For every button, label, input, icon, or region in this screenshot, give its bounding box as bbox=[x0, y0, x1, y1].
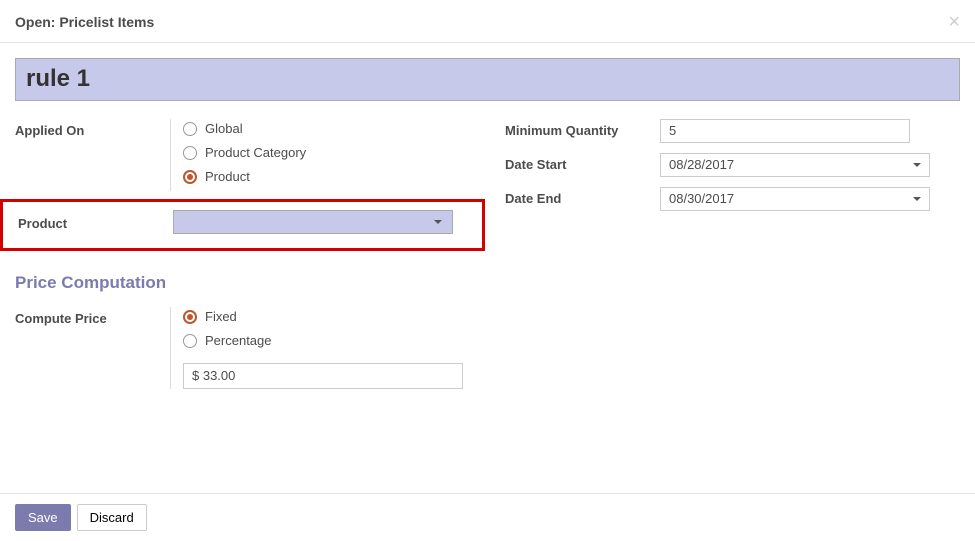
product-label: Product bbox=[3, 212, 173, 231]
min-qty-input[interactable] bbox=[660, 119, 910, 143]
applied-on-global[interactable]: Global bbox=[183, 119, 485, 139]
close-icon[interactable]: × bbox=[948, 12, 960, 32]
compute-price-group: Fixed Percentage bbox=[170, 307, 485, 389]
radio-label: Product bbox=[205, 169, 250, 184]
radio-label: Fixed bbox=[205, 309, 237, 324]
radio-icon bbox=[183, 334, 197, 348]
compute-percentage[interactable]: Percentage bbox=[183, 331, 485, 351]
applied-on-group: Global Product Category Product bbox=[170, 119, 485, 191]
modal-footer: Save Discard bbox=[0, 493, 975, 541]
compute-fixed[interactable]: Fixed bbox=[183, 307, 485, 327]
date-end-value: 08/30/2017 bbox=[669, 191, 734, 206]
date-start-label: Date Start bbox=[505, 157, 660, 172]
date-start-value: 08/28/2017 bbox=[669, 157, 734, 172]
modal-title: Open: Pricelist Items bbox=[15, 14, 154, 30]
modal-body: Applied On Global Product Category Pr bbox=[0, 43, 975, 408]
radio-icon bbox=[183, 170, 197, 184]
fixed-price-input[interactable] bbox=[183, 363, 463, 389]
pricelist-item-modal: Open: Pricelist Items × Applied On Globa… bbox=[0, 0, 975, 541]
radio-icon bbox=[183, 310, 197, 324]
chevron-down-icon bbox=[434, 220, 442, 224]
radio-label: Global bbox=[205, 121, 243, 136]
product-select[interactable] bbox=[173, 210, 453, 234]
price-computation-title: Price Computation bbox=[15, 273, 485, 293]
radio-icon bbox=[183, 122, 197, 136]
rule-name-input[interactable] bbox=[15, 58, 960, 101]
compute-price-label: Compute Price bbox=[15, 307, 170, 326]
discard-button[interactable]: Discard bbox=[77, 504, 147, 531]
date-start-input[interactable]: 08/28/2017 bbox=[660, 153, 930, 177]
date-end-input[interactable]: 08/30/2017 bbox=[660, 187, 930, 211]
applied-on-label: Applied On bbox=[15, 119, 170, 138]
chevron-down-icon bbox=[913, 197, 921, 201]
modal-header: Open: Pricelist Items × bbox=[0, 0, 975, 43]
applied-on-product[interactable]: Product bbox=[183, 167, 485, 187]
min-qty-label: Minimum Quantity bbox=[505, 123, 660, 138]
applied-on-category[interactable]: Product Category bbox=[183, 143, 485, 163]
radio-label: Product Category bbox=[205, 145, 306, 160]
radio-icon bbox=[183, 146, 197, 160]
radio-label: Percentage bbox=[205, 333, 272, 348]
save-button[interactable]: Save bbox=[15, 504, 71, 531]
product-row-highlight: Product bbox=[0, 199, 485, 251]
chevron-down-icon bbox=[913, 163, 921, 167]
date-end-label: Date End bbox=[505, 191, 660, 206]
